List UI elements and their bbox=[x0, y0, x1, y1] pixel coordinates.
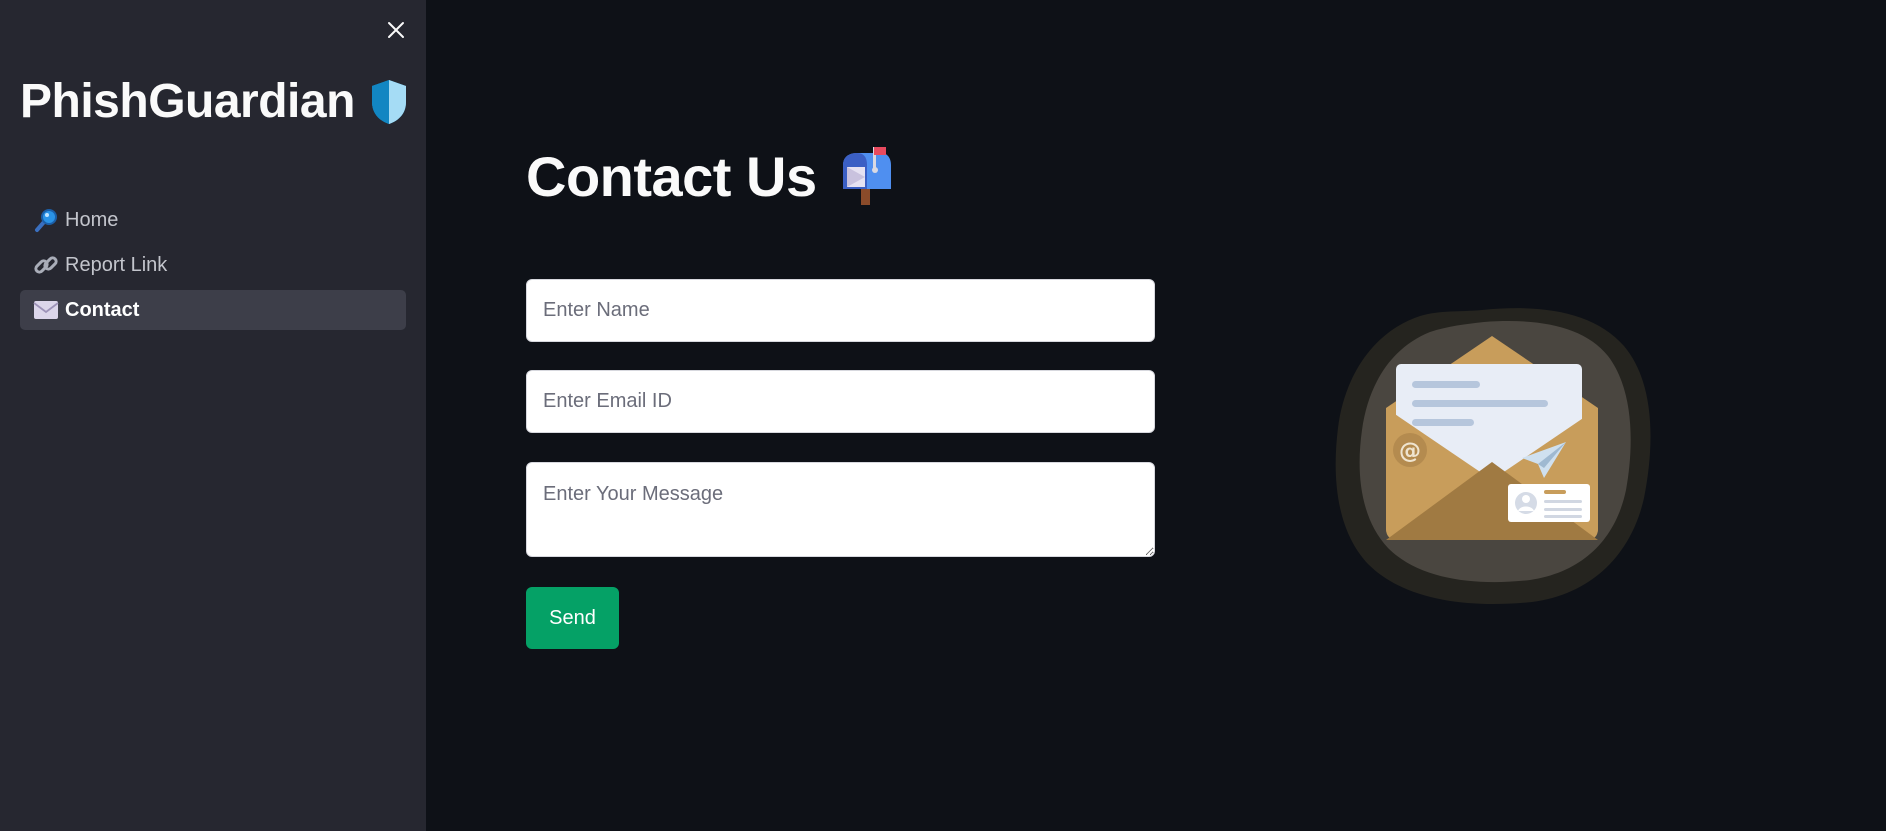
sidebar-item-home[interactable]: Home bbox=[20, 200, 406, 240]
sidebar-nav: Home Report Link Contact bbox=[20, 200, 406, 335]
sidebar-item-report-link[interactable]: Report Link bbox=[20, 245, 406, 285]
open-envelope-illustration: @ bbox=[1335, 308, 1651, 605]
mailbox-icon bbox=[842, 146, 891, 205]
magnifier-icon bbox=[33, 207, 59, 233]
close-sidebar-button[interactable] bbox=[380, 14, 412, 46]
message-textarea[interactable] bbox=[526, 462, 1155, 557]
sidebar-item-label: Contact bbox=[65, 298, 140, 321]
page-title-text: Contact Us bbox=[526, 145, 817, 208]
sidebar-item-label: Report Link bbox=[65, 253, 168, 276]
sidebar-item-label: Home bbox=[65, 208, 119, 231]
svg-text:@: @ bbox=[1399, 439, 1421, 464]
sidebar-item-contact[interactable]: Contact bbox=[20, 290, 406, 330]
close-icon bbox=[388, 22, 404, 38]
envelope-icon bbox=[33, 297, 59, 323]
shield-icon bbox=[371, 79, 406, 124]
name-input[interactable] bbox=[526, 279, 1155, 342]
email-input[interactable] bbox=[526, 370, 1155, 433]
link-icon bbox=[33, 252, 59, 278]
page-title: Contact Us bbox=[526, 144, 893, 209]
main-content: Contact Us Send @ bbox=[426, 0, 1886, 831]
send-button[interactable]: Send bbox=[526, 587, 619, 649]
app-title-text: PhishGuardian bbox=[20, 75, 355, 128]
app-title: PhishGuardian bbox=[20, 74, 409, 129]
sidebar: PhishGuardian Home Report Link Contact bbox=[0, 0, 426, 831]
